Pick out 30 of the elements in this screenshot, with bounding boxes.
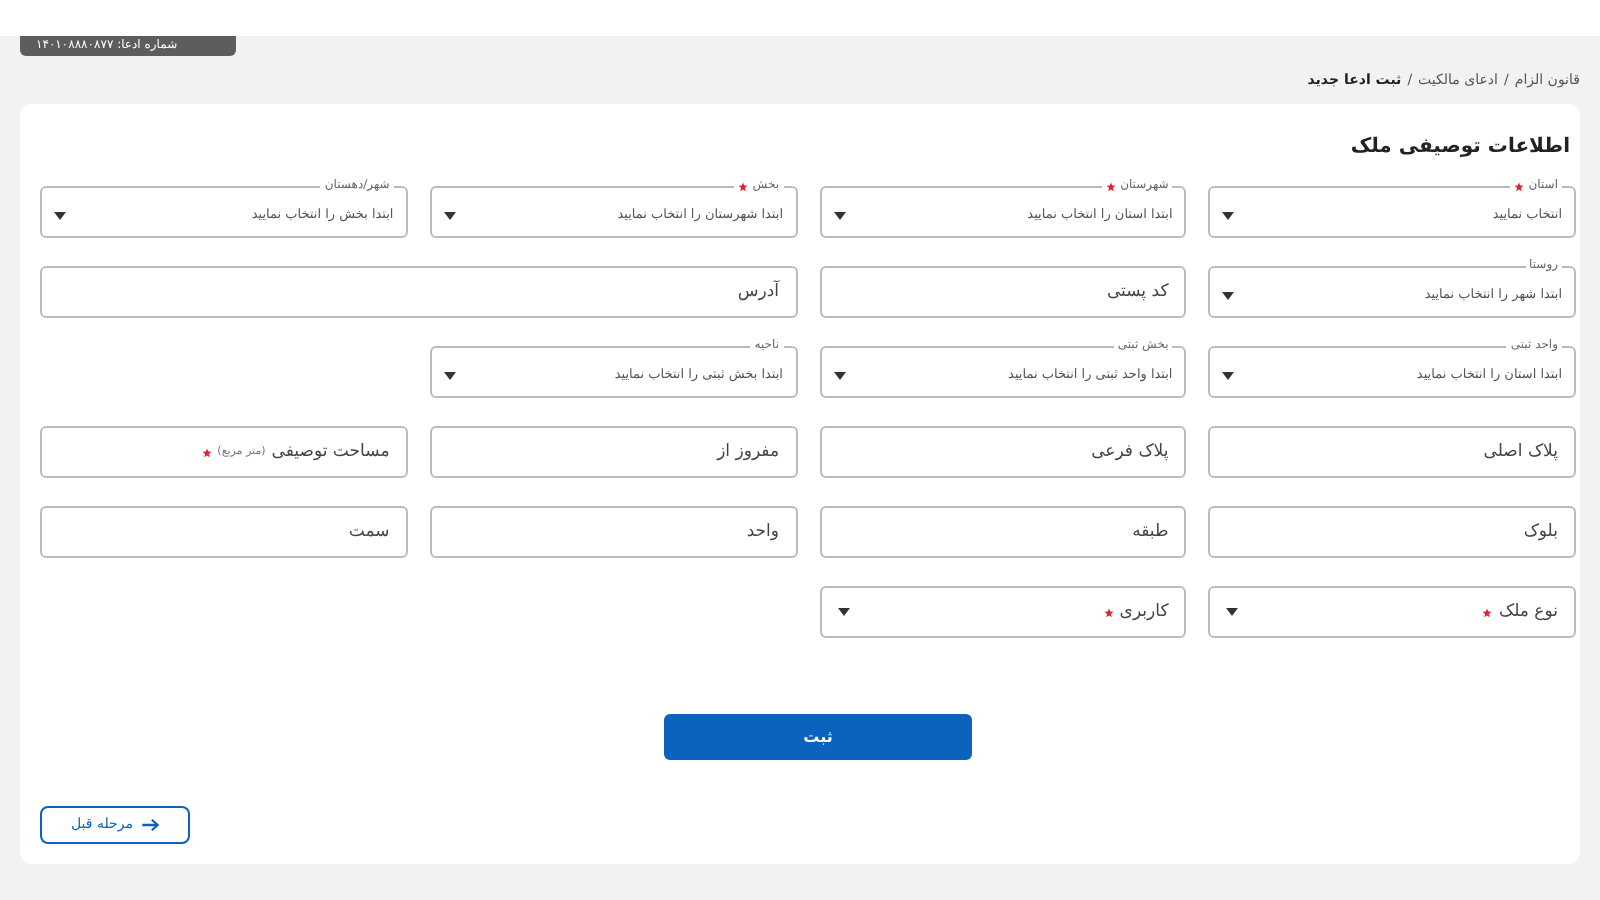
dropdown-field[interactable]: نوع ملک — [1208, 586, 1576, 638]
required-star-icon — [201, 447, 212, 457]
required-star-icon — [738, 181, 749, 191]
arrow-icon — [141, 818, 159, 832]
required-star-icon — [1514, 181, 1525, 191]
text-field[interactable]: بلوک — [1208, 506, 1576, 558]
caret-icon — [1222, 291, 1235, 299]
caret-icon — [1226, 608, 1239, 616]
caret-icon — [833, 211, 845, 219]
caret-icon — [54, 211, 66, 219]
required-star-icon — [1103, 607, 1114, 617]
section-title: اطلاعات توصیفی ملک — [1348, 134, 1572, 162]
caret-icon — [443, 371, 456, 379]
submit-button[interactable]: ثبت — [664, 714, 972, 760]
required-star-icon — [1106, 181, 1117, 191]
caret-icon — [443, 211, 456, 219]
required-star-icon — [1482, 607, 1493, 617]
dropdown-field[interactable]: کاربری — [819, 586, 1187, 638]
text-field[interactable]: پلاک اصلی — [1208, 426, 1576, 478]
caret-icon — [837, 608, 849, 616]
text-field[interactable]: پلاک فرعی — [819, 426, 1187, 478]
caret-icon — [1222, 371, 1235, 379]
text-field[interactable]: آدرس — [40, 266, 797, 318]
text-field[interactable]: سمت — [40, 506, 408, 558]
text-field[interactable]: طبقه — [819, 506, 1187, 558]
caret-icon — [1222, 211, 1235, 219]
text-field[interactable]: کد پستی — [819, 266, 1187, 318]
caret-icon — [833, 371, 845, 379]
text-field[interactable]: مفروز از — [429, 426, 797, 478]
text-field[interactable]: واحد — [429, 506, 797, 558]
